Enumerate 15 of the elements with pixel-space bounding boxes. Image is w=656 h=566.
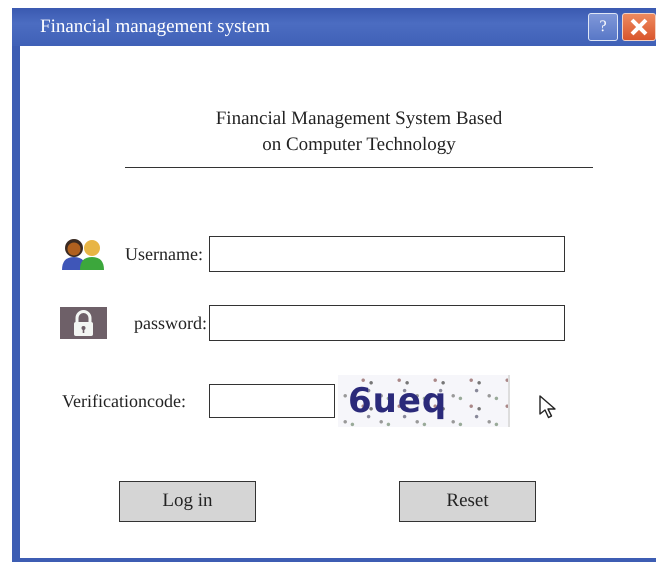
reset-button[interactable]: Reset xyxy=(399,481,536,522)
field-label: Verificationcode: xyxy=(62,390,186,412)
username-field[interactable] xyxy=(209,236,565,272)
captcha-field[interactable] xyxy=(209,384,335,418)
close-button[interactable] xyxy=(622,13,656,41)
cursor-icon xyxy=(539,395,557,419)
field-label: password: xyxy=(134,312,207,335)
password-field[interactable] xyxy=(209,305,565,341)
login-button[interactable]: Log in xyxy=(119,481,256,522)
users-icon xyxy=(60,238,106,270)
field-label: Username: xyxy=(125,242,203,266)
lock-icon xyxy=(60,307,107,339)
captcha-image: 6ueq xyxy=(338,375,510,427)
form-heading: Financial Management System Based on Computer Technology xyxy=(125,106,593,168)
window-title: Financial management system xyxy=(40,14,272,39)
